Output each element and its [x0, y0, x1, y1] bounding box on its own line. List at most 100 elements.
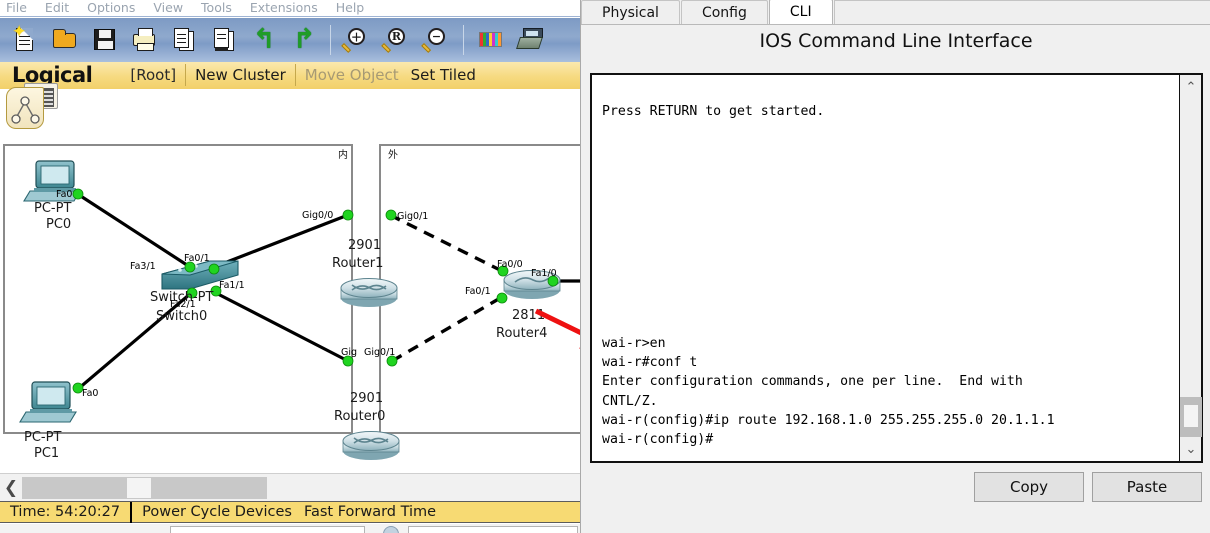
set-tiled-background-button[interactable]: Set Tiled [411, 66, 476, 84]
label-router4-name: Router4 [496, 326, 547, 341]
print-icon [130, 26, 158, 54]
print-button[interactable] [124, 19, 164, 61]
packet-tracer-main-area: File Edit Options View Tools Extensions … [0, 0, 580, 533]
svg-text:Gig0/1: Gig0/1 [397, 211, 428, 222]
undo-icon: ↰ [252, 24, 276, 55]
root-cluster-button[interactable]: [Root] [130, 66, 176, 84]
palette-fragment-box-2 [408, 526, 578, 533]
new-file-button[interactable]: ✦ [4, 19, 44, 61]
logical-topology-icon [6, 87, 44, 129]
logical-workspace-canvas[interactable]: 内 外 PC-PT PC0 PC-PT PC1 Switch-PT Switch… [0, 89, 580, 473]
save-floppy-icon [90, 26, 118, 54]
node-router1 [340, 278, 398, 307]
power-cycle-devices-button[interactable]: Power Cycle Devices [142, 504, 292, 520]
menu-edit[interactable]: Edit [36, 0, 78, 16]
palette-button[interactable] [470, 19, 510, 61]
palette-icon [476, 26, 504, 54]
zoom-reset-glyph: R [388, 28, 405, 45]
menu-file[interactable]: File [0, 0, 36, 16]
device-tab-bar: Physical Config CLI [581, 0, 1210, 25]
cli-vertical-scrollbar[interactable]: ⌃ ⌄ [1179, 75, 1202, 461]
svg-text:Fa2/1: Fa2/1 [170, 299, 196, 310]
redo-button[interactable]: ↰ [284, 19, 324, 61]
cli-scroll-thumb[interactable] [1184, 405, 1198, 427]
activity-wizard-icon [210, 26, 238, 54]
svg-text:Fa0: Fa0 [56, 189, 72, 200]
fast-forward-time-button[interactable]: Fast Forward Time [304, 504, 436, 520]
scroll-down-icon[interactable]: ⌄ [1180, 439, 1202, 459]
label-switch0-name: Switch0 [156, 309, 207, 324]
scroll-track[interactable] [22, 476, 267, 499]
open-folder-icon [50, 26, 78, 54]
label-router1-model: 2901 [348, 238, 381, 253]
label-router1-name: Router1 [332, 256, 383, 271]
port-labels: Fa0 Fa0 Fa3/1 Fa0/1 Fa1/1 Fa2/1 Gig0/0 G… [56, 189, 557, 399]
packet-tracer-window: File Edit Options View Tools Extensions … [0, 0, 1210, 533]
move-object-button[interactable]: Move Object [305, 66, 399, 84]
svg-text:Gig0/1: Gig0/1 [364, 347, 395, 358]
logicalbar-divider-2 [294, 64, 296, 86]
logical-toolbar: Logical [Root] New Cluster Move Object S… [0, 62, 580, 89]
cli-panel-title: IOS Command Line Interface [759, 30, 1033, 52]
toolbar-divider-2 [463, 25, 464, 55]
svg-text:Fa0/0: Fa0/0 [497, 259, 523, 270]
toolbar-divider-1 [330, 25, 331, 55]
save-button[interactable] [84, 19, 124, 61]
zoom-reset-button[interactable]: R [377, 19, 417, 61]
paste-button[interactable]: Paste [1092, 472, 1202, 502]
simulation-status-bar: Time: 54:20:27 Power Cycle Devices Fast … [0, 501, 580, 523]
open-file-button[interactable] [44, 19, 84, 61]
svg-text:Gig: Gig [341, 347, 357, 358]
custom-devices-button[interactable] [510, 19, 550, 61]
label-pc1-name: PC1 [34, 446, 59, 461]
zoom-out-button[interactable]: − [417, 19, 457, 61]
zoom-in-button[interactable]: ＋ [337, 19, 377, 61]
tab-cli[interactable]: CLI [768, 0, 833, 24]
svg-text:Fa1/0: Fa1/0 [531, 268, 557, 279]
zone-label-outside: 外 [388, 149, 398, 161]
logical-workspace-tab[interactable] [6, 83, 62, 131]
cli-scroll-thumb-track[interactable] [1180, 397, 1202, 437]
svg-text:Gig0/0: Gig0/0 [302, 210, 333, 221]
new-cluster-button[interactable]: New Cluster [195, 66, 286, 84]
scroll-up-icon[interactable]: ⌃ [1180, 77, 1202, 97]
custom-devices-icon [516, 26, 544, 54]
zoom-in-icon: ＋ [341, 26, 371, 54]
workspace-horizontal-scrollbar[interactable]: ❮ [0, 473, 580, 501]
tab-physical[interactable]: Physical [581, 0, 680, 24]
node-pc1 [19, 381, 77, 423]
node-router0 [342, 431, 400, 460]
palette-fragment-box-1 [170, 526, 365, 533]
menu-extensions[interactable]: Extensions [241, 0, 327, 16]
palette-fragment-circle [383, 526, 399, 533]
redo-icon: ↰ [292, 24, 316, 55]
undo-button[interactable]: ↰ [244, 19, 284, 61]
copy-button[interactable]: Copy [974, 472, 1084, 502]
tab-config[interactable]: Config [680, 0, 768, 24]
activity-wizard-button[interactable] [204, 19, 244, 61]
cli-terminal[interactable]: Press RETURN to get started. wai-r>en wa… [590, 73, 1203, 463]
menu-tools[interactable]: Tools [192, 0, 241, 16]
label-router0-name: Router0 [334, 409, 385, 424]
simulation-time: Time: 54:20:27 [10, 504, 121, 520]
svg-text:Fa1/1: Fa1/1 [219, 280, 245, 291]
device-config-window: Physical Config CLI IOS Command Line Int… [580, 0, 1210, 533]
menu-help[interactable]: Help [327, 0, 374, 16]
svg-text:Fa0/1: Fa0/1 [465, 286, 491, 297]
zone-label-inside: 内 [338, 148, 348, 161]
scroll-thumb[interactable] [127, 477, 151, 498]
menu-view[interactable]: View [144, 0, 192, 16]
label-router0-model: 2901 [350, 391, 383, 406]
menu-options[interactable]: Options [78, 0, 144, 16]
svg-text:Fa0: Fa0 [82, 388, 98, 399]
copy-icon [170, 26, 198, 54]
main-toolbar: ✦ ↰ ↰ ＋ R − [0, 18, 580, 62]
status-divider [130, 501, 133, 523]
copy-button[interactable] [164, 19, 204, 61]
zoom-reset-icon: R [381, 26, 411, 54]
topology-diagram: 内 外 PC-PT PC0 PC-PT PC1 Switch-PT Switch… [3, 144, 580, 461]
svg-text:Fa3/1: Fa3/1 [130, 261, 156, 272]
scroll-left-arrow-icon[interactable]: ❮ [0, 478, 22, 498]
device-palette-fragment [0, 524, 580, 533]
zoom-out-icon: − [421, 26, 451, 54]
